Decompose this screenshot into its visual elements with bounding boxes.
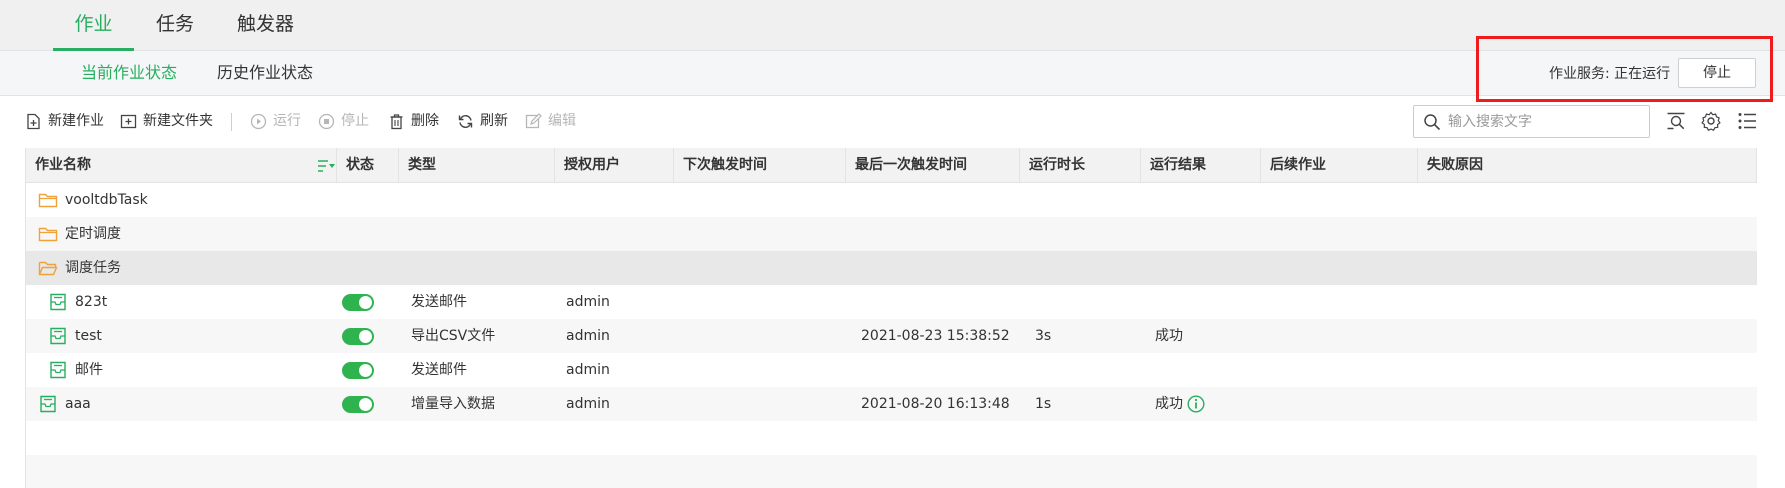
run-duration: 1s [1035, 396, 1052, 412]
edit-label: 编辑 [548, 113, 576, 129]
refresh-icon [458, 114, 473, 128]
run-result: 成功 [1155, 396, 1183, 412]
refresh-button[interactable]: 刷新 [457, 109, 508, 133]
edit-button[interactable]: 编辑 [525, 109, 576, 133]
col-type[interactable]: 类型 [399, 148, 555, 183]
folder-icon [38, 193, 58, 208]
table-row[interactable]: aaa 增量导入数据 admin 2021-08-20 16:13:48 1s … [26, 387, 1757, 421]
new-folder-icon [120, 114, 137, 128]
job-icon [40, 395, 56, 413]
authorized-user: admin [566, 328, 610, 344]
edit-icon [525, 112, 542, 128]
new-job-button[interactable]: 新建作业 [25, 109, 104, 133]
stop-label: 停止 [341, 113, 369, 129]
col-job-name[interactable]: 作业名称 [26, 148, 337, 183]
authorized-user: admin [566, 294, 610, 310]
search-input[interactable] [1448, 110, 1643, 134]
job-icon [50, 361, 66, 379]
table-row[interactable]: 定时调度 [26, 217, 1757, 251]
run-button[interactable]: 运行 [250, 109, 301, 133]
tab-triggers[interactable]: 触发器 [228, 0, 303, 51]
job-name: 823t [75, 294, 108, 310]
empty-row [26, 455, 1757, 488]
jobs-table: 作业名称 状态 类型 授权用户 下次触发时间 最后一次触发时间 运行时长 运行结… [25, 148, 1757, 488]
table-row[interactable]: test 导出CSV文件 admin 2021-08-23 15:38:52 3… [26, 319, 1757, 353]
status-toggle[interactable] [342, 396, 374, 413]
info-icon[interactable] [1187, 395, 1205, 413]
search-icon [1424, 114, 1441, 131]
job-name: 邮件 [75, 362, 103, 378]
new-job-icon [27, 113, 40, 129]
status-toggle[interactable] [342, 362, 374, 379]
list-view-icon[interactable] [1737, 111, 1757, 131]
authorized-user: admin [566, 362, 610, 378]
folder-icon [38, 227, 58, 242]
run-label: 运行 [273, 113, 301, 129]
table-header: 作业名称 状态 类型 授权用户 下次触发时间 最后一次触发时间 运行时长 运行结… [26, 148, 1757, 183]
new-folder-button[interactable]: 新建文件夹 [120, 109, 213, 133]
status-toggle[interactable] [342, 294, 374, 311]
stop-icon [318, 113, 335, 129]
authorized-user: admin [566, 396, 610, 412]
refresh-label: 刷新 [480, 113, 508, 129]
col-duration[interactable]: 运行时长 [1020, 148, 1141, 183]
trash-icon [390, 113, 403, 129]
stop-button[interactable]: 停止 [318, 109, 369, 133]
col-failure-reason[interactable]: 失败原因 [1418, 148, 1757, 183]
table-row[interactable]: 调度任务 [26, 251, 1757, 285]
last-trigger-time: 2021-08-23 15:38:52 [861, 328, 1010, 344]
table-row[interactable]: 邮件 发送邮件 admin [26, 353, 1757, 387]
run-result: 成功 [1155, 328, 1183, 344]
col-status[interactable]: 状态 [337, 148, 399, 183]
folder-open-icon [38, 261, 58, 276]
col-result[interactable]: 运行结果 [1141, 148, 1261, 183]
col-authorized-user[interactable]: 授权用户 [555, 148, 674, 183]
last-trigger-time: 2021-08-20 16:13:48 [861, 396, 1010, 412]
tab-jobs[interactable]: 作业 [53, 0, 134, 51]
col-last-trigger-time[interactable]: 最后一次触发时间 [846, 148, 1020, 183]
tab-current-job-status[interactable]: 当前作业状态 [81, 51, 177, 95]
col-next-job[interactable]: 后续作业 [1261, 148, 1418, 183]
job-type: 发送邮件 [411, 294, 467, 310]
table-row[interactable]: 823t 发送邮件 admin [26, 285, 1757, 319]
play-icon [250, 113, 267, 129]
job-icon [50, 327, 66, 345]
empty-row [26, 421, 1757, 455]
gear-icon[interactable] [1701, 111, 1721, 131]
table-row[interactable]: vooltdbTask [26, 183, 1757, 217]
new-job-label: 新建作业 [48, 113, 104, 129]
job-name: vooltdbTask [65, 192, 148, 208]
sort-filter-icon[interactable] [317, 159, 336, 173]
job-name: 定时调度 [65, 226, 121, 242]
delete-label: 删除 [411, 113, 439, 129]
tab-history-job-status[interactable]: 历史作业状态 [217, 51, 313, 95]
advanced-search-icon[interactable] [1666, 111, 1686, 131]
highlight-box [1476, 36, 1773, 102]
table-body: vooltdbTask 定时调度 调度任务 823t 发送邮件 admin te… [26, 183, 1757, 488]
job-type: 发送邮件 [411, 362, 467, 378]
job-name: aaa [65, 396, 91, 412]
job-name: test [75, 328, 102, 344]
col-next-trigger-time[interactable]: 下次触发时间 [674, 148, 846, 183]
new-folder-label: 新建文件夹 [143, 113, 213, 129]
job-type: 增量导入数据 [411, 396, 495, 412]
job-name: 调度任务 [65, 260, 121, 276]
delete-button[interactable]: 删除 [388, 109, 439, 133]
job-icon [50, 293, 66, 311]
tab-tasks[interactable]: 任务 [148, 0, 202, 51]
job-manager-app: 作业 任务 触发器 当前作业状态 历史作业状态 作业服务: 正在运行 停止 新建… [0, 0, 1785, 488]
run-duration: 3s [1035, 328, 1052, 344]
job-type: 导出CSV文件 [411, 328, 496, 344]
search-box[interactable] [1413, 105, 1650, 138]
status-toggle[interactable] [342, 328, 374, 345]
toolbar-divider [231, 113, 232, 131]
